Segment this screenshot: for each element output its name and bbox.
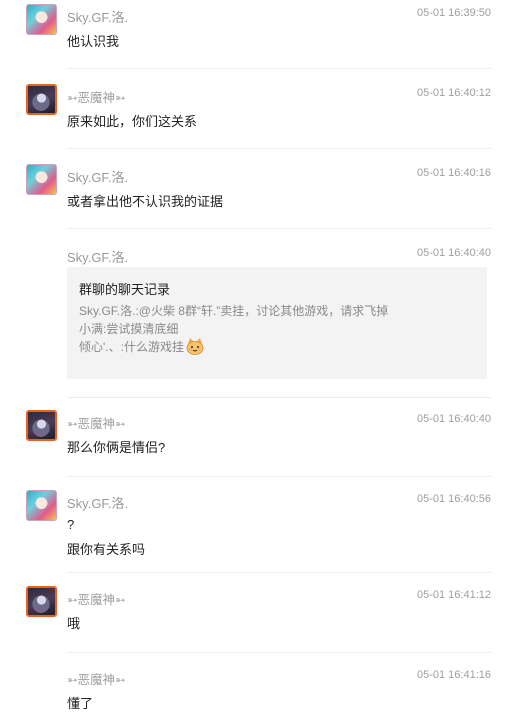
card-title: 群聊的聊天记录 bbox=[79, 282, 171, 297]
sender-name[interactable]: Sky.GF.洛. bbox=[67, 493, 128, 512]
message-text: ? bbox=[67, 517, 75, 532]
message-text: 原来如此，你们这关系 bbox=[67, 114, 198, 129]
sender-name[interactable]: ➳恶魔神➳ bbox=[67, 589, 125, 608]
divider bbox=[67, 652, 491, 653]
timestamp: 05-01 16:39:50 bbox=[416, 7, 491, 19]
divider bbox=[67, 397, 491, 398]
avatar[interactable] bbox=[26, 4, 57, 35]
card-line-text: 倾心'.、:什么游戏挂 bbox=[79, 340, 184, 354]
timestamp: 05-01 16:41:16 bbox=[416, 669, 491, 681]
timestamp: 05-01 16:41:12 bbox=[416, 589, 491, 601]
message-text: 他认识我 bbox=[67, 34, 120, 49]
message-text: 懂了 bbox=[67, 696, 94, 711]
forwarded-chat-card[interactable]: 群聊的聊天记录 Sky.GF.洛.:@火柴 8群“轩.”卖挂，讨论其他游戏，请求… bbox=[67, 267, 487, 379]
message-text: 跟你有关系吗 bbox=[67, 542, 146, 557]
divider bbox=[67, 148, 491, 149]
divider bbox=[67, 572, 491, 573]
sender-name[interactable]: Sky.GF.洛. bbox=[67, 247, 128, 266]
sender-name[interactable]: ➳恶魔神➳ bbox=[67, 413, 125, 432]
card-line: Sky.GF.洛.:@火柴 8群“轩.”卖挂，讨论其他游戏，请求飞掉 bbox=[79, 304, 389, 318]
card-line: 小满:尝试摸清底细 bbox=[79, 322, 179, 336]
sender-name[interactable]: ➳恶魔神➳ bbox=[67, 87, 125, 106]
timestamp: 05-01 16:40:40 bbox=[416, 413, 491, 425]
timestamp: 05-01 16:40:40 bbox=[416, 247, 491, 259]
message-text: 哦 bbox=[67, 616, 81, 631]
avatar[interactable] bbox=[26, 586, 57, 617]
avatar[interactable] bbox=[26, 84, 57, 115]
divider bbox=[67, 476, 491, 477]
sender-name[interactable]: Sky.GF.洛. bbox=[67, 167, 128, 186]
sender-name[interactable]: Sky.GF.洛. bbox=[67, 7, 128, 26]
timestamp: 05-01 16:40:12 bbox=[416, 87, 491, 99]
timestamp: 05-01 16:40:56 bbox=[416, 493, 491, 505]
divider bbox=[67, 68, 491, 69]
message-text: 或者拿出他不认识我的证据 bbox=[67, 194, 224, 209]
message-text: 那么你俩是情侣? bbox=[67, 440, 166, 455]
cat-face-icon bbox=[186, 338, 204, 355]
avatar[interactable] bbox=[26, 164, 57, 195]
chat-history: Sky.GF.洛. 05-01 16:39:50 他认识我 ➳恶魔神➳ 05-0… bbox=[0, 0, 528, 725]
card-line-with-emoji: 倾心'.、:什么游戏挂 bbox=[79, 338, 204, 355]
divider bbox=[67, 228, 491, 229]
sender-name[interactable]: ➳恶魔神➳ bbox=[67, 669, 125, 688]
avatar[interactable] bbox=[26, 410, 57, 441]
timestamp: 05-01 16:40:16 bbox=[416, 167, 491, 179]
avatar[interactable] bbox=[26, 490, 57, 521]
